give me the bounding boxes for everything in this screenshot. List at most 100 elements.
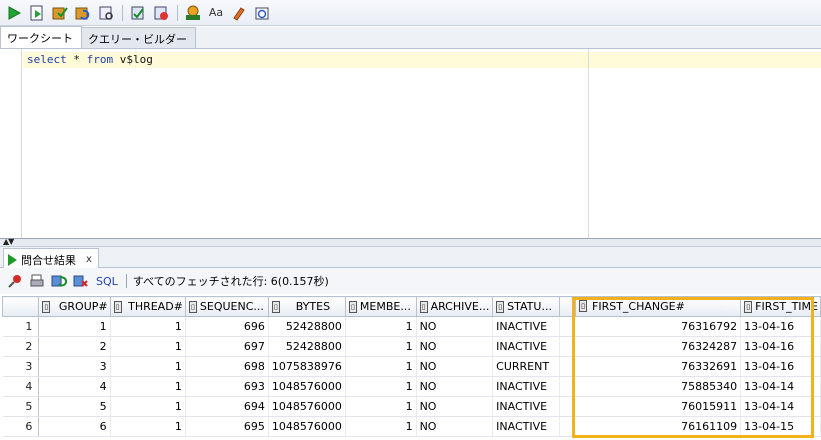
refresh-icon[interactable] [50,272,68,290]
column-header[interactable]: ▯ GROUP# [38,296,111,317]
sql-tuning-icon[interactable] [183,3,203,23]
rollback-icon[interactable] [73,3,93,23]
column-header[interactable]: ▯ STATU... [492,296,561,317]
cancel-icon[interactable] [151,3,171,23]
table-row[interactable]: 3 3 1 698 1075838976 1 NO CURRENT 76332691 13-04-… [2,356,821,377]
table-cell[interactable]: NO [416,316,494,337]
column-header[interactable]: ▯ BYTES [267,296,346,317]
query-result-label: 問合せ結果 [21,253,76,267]
column-header[interactable]: ▯ MEMBE... [344,296,417,317]
column-type-icon: ▯ [579,300,587,312]
table-cell[interactable]: 1 [345,396,417,417]
print-icon[interactable] [28,272,46,290]
table-cell[interactable]: 2 [38,336,111,357]
table-cell[interactable]: 52428800 [268,316,346,337]
table-cell[interactable]: 75885340 [559,376,742,397]
sql-link[interactable]: SQL [96,275,118,288]
column-header[interactable]: ▯ SEQUENC... [184,296,269,317]
table-cell[interactable]: 13-04-15 [740,416,821,437]
table-cell[interactable]: 5 [38,396,111,417]
table-cell[interactable]: 76332691 [559,356,742,377]
table-cell[interactable]: 1 [110,396,186,417]
table-cell[interactable]: 1048576000 [268,416,346,437]
table-cell[interactable]: 697 [185,336,269,357]
table-cell[interactable]: 695 [185,416,269,437]
result-table: ▯ GROUP# ▯ THREAD# ▯ SEQUENC... ▯ BYTES ▯ MEM… [1,296,821,437]
close-icon[interactable]: x [86,254,92,265]
table-cell[interactable]: 52428800 [268,336,346,357]
table-cell[interactable]: 1048576000 [268,396,346,417]
history-icon[interactable] [252,3,272,23]
table-cell[interactable]: 1 [110,376,186,397]
column-header[interactable]: ▯ ARCHIVE... [415,296,494,317]
tab-query-builder[interactable]: クエリー・ビルダー [81,27,196,48]
tab-query-result[interactable]: 問合せ結果 x [3,248,99,268]
table-row[interactable]: 1 1 1 696 52428800 1 NO INACTIVE 76316792 13-04-1… [2,316,821,337]
tab-worksheet[interactable]: ワークシート [0,26,82,48]
table-cell[interactable]: NO [416,336,494,357]
column-type-icon: ▯ [496,301,505,313]
table-cell[interactable]: INACTIVE [492,416,561,437]
clear-icon[interactable] [229,3,249,23]
sql-editor[interactable]: select * from v$log [0,49,821,238]
table-cell[interactable]: 698 [185,356,269,377]
table-cell[interactable]: NO [416,416,494,437]
table-cell[interactable]: 76015911 [559,396,742,417]
table-cell[interactable]: 76316792 [559,316,742,337]
table-cell[interactable]: INACTIVE [492,316,561,337]
run-statement-icon[interactable] [4,3,24,23]
table-cell[interactable]: 1 [110,416,186,437]
table-cell[interactable]: INACTIVE [492,376,561,397]
table-row[interactable]: 2 2 1 697 52428800 1 NO INACTIVE 76324287 13-04-1… [2,336,821,357]
table-cell[interactable]: INACTIVE [492,336,561,357]
table-cell[interactable]: 6 [38,416,111,437]
table-cell[interactable]: 13-04-14 [740,396,821,417]
splitter-arrows-icon[interactable]: ▲▼ [3,237,14,246]
table-cell[interactable]: 693 [185,376,269,397]
table-row[interactable]: 5 5 1 694 1048576000 1 NO INACTIVE 76015911 13-04… [2,396,821,417]
table-cell[interactable]: 1 [345,376,417,397]
run-script-icon[interactable] [27,3,47,23]
table-cell[interactable]: 1 [345,316,417,337]
column-type-icon: ▯ [348,301,357,313]
table-cell[interactable]: 1048576000 [268,376,346,397]
table-cell[interactable]: NO [416,376,494,397]
table-cell[interactable]: 1 [110,316,186,337]
sql-text[interactable]: select * from v$log [27,53,153,66]
table-cell[interactable]: CURRENT [492,356,561,377]
first-change-header-overlay[interactable]: ▯ FIRST_CHANGE# [575,297,724,316]
table-cell[interactable]: 1 [38,316,111,337]
table-cell[interactable]: 1 [345,416,417,437]
table-cell[interactable]: 3 [38,356,111,377]
explain-plan-icon[interactable] [128,3,148,23]
table-cell[interactable]: 76324287 [559,336,742,357]
table-cell[interactable]: 76161109 [559,416,742,437]
table-cell[interactable]: 13-04-14 [740,376,821,397]
editor-gutter [0,49,22,238]
table-cell[interactable]: 13-04-16 [740,336,821,357]
table-cell[interactable]: 696 [185,316,269,337]
table-cell[interactable]: 4 [38,376,111,397]
table-row[interactable]: 4 4 1 693 1048576000 1 NO INACTIVE 75885340 13-04… [2,376,821,397]
table-cell[interactable]: 1 [110,336,186,357]
table-cell[interactable]: INACTIVE [492,396,561,417]
table-row[interactable]: 6 6 1 695 1048576000 1 NO INACTIVE 76161109 13-04… [2,416,821,437]
table-cell[interactable]: 1 [110,356,186,377]
cancel-query-icon[interactable] [72,272,90,290]
column-header[interactable]: ▯ THREAD# [109,296,186,317]
table-cell[interactable]: 1 [345,336,417,357]
table-cell[interactable]: 694 [185,396,269,417]
to-upper-lower-icon[interactable]: Aa [206,3,226,23]
commit-icon[interactable] [50,3,70,23]
table-cell[interactable]: 1075838976 [268,356,346,377]
table-cell[interactable]: 13-04-16 [740,356,821,377]
column-header[interactable]: ▯ FIRST_TIME [740,296,821,317]
table-cell[interactable]: NO [416,396,494,417]
table-cell[interactable]: 13-04-16 [740,316,821,337]
autotrace-icon[interactable] [96,3,116,23]
table-cell[interactable]: NO [416,356,494,377]
pane-splitter[interactable]: ▲▼ [0,237,821,247]
pin-icon[interactable] [6,272,24,290]
results-tabs: 問合せ結果 x [0,247,821,268]
table-cell[interactable]: 1 [345,356,417,377]
